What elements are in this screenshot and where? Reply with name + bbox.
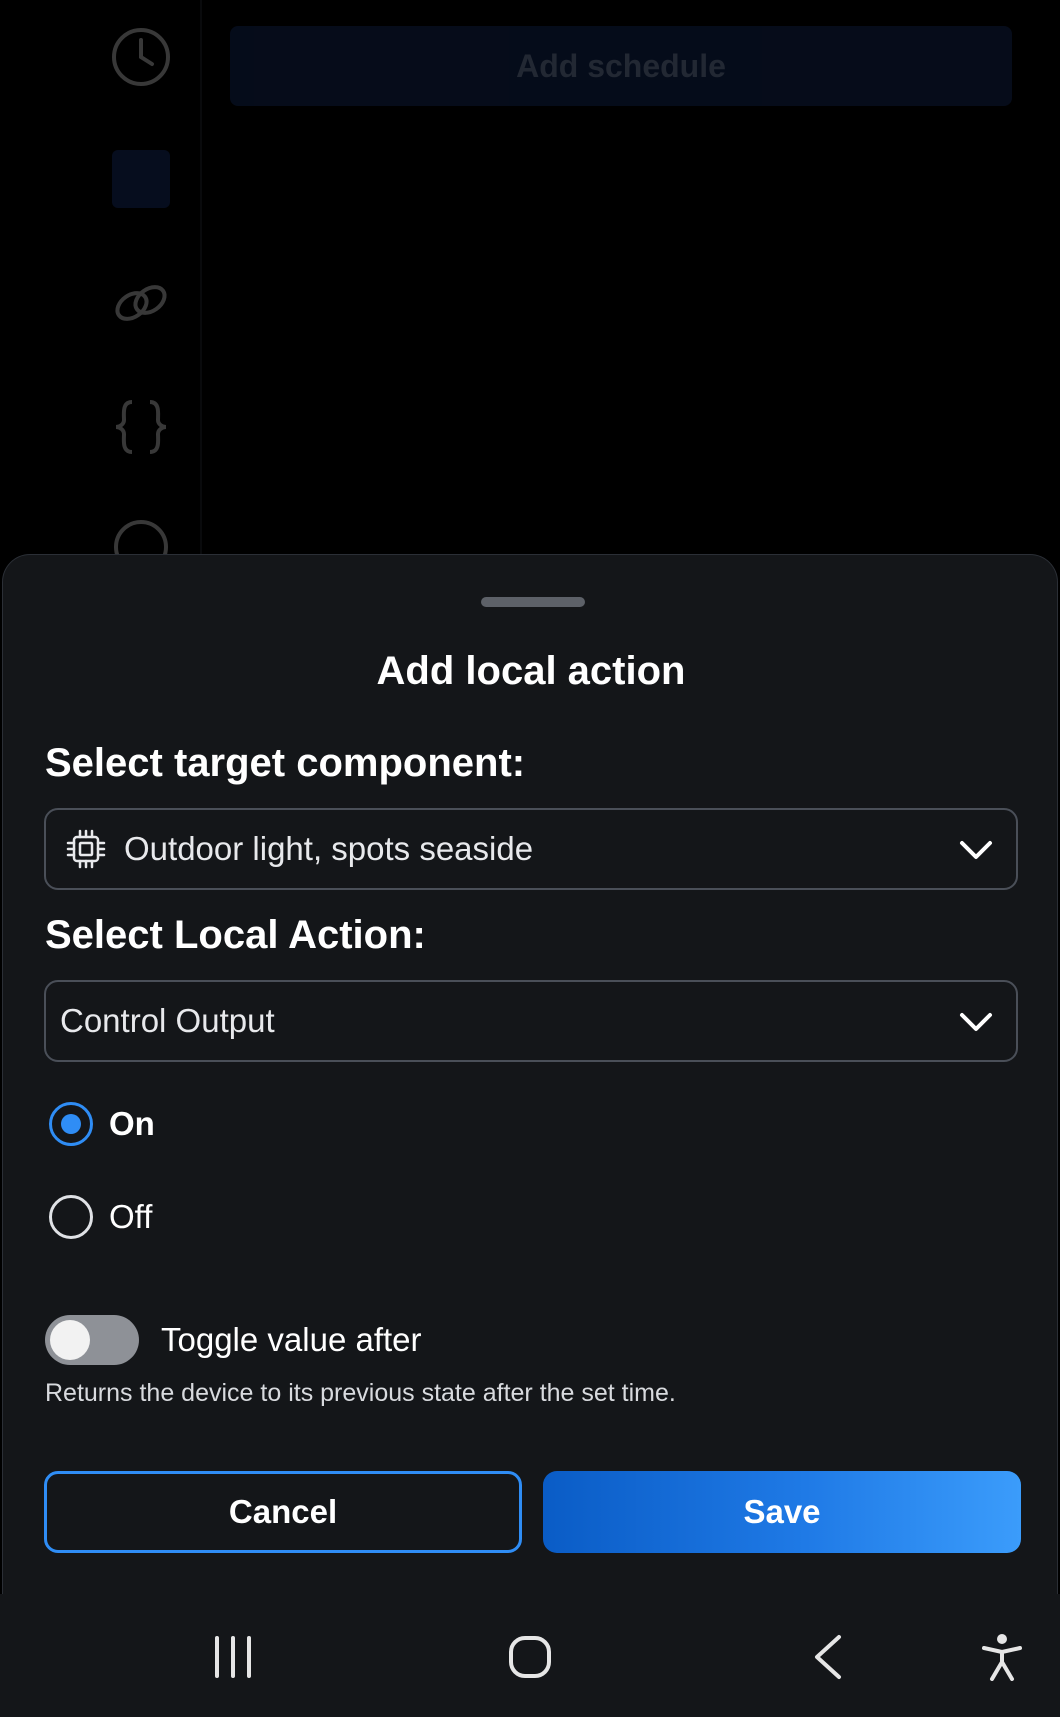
target-component-label: Select target component: <box>45 741 526 785</box>
toggle-value-row: Toggle value after <box>45 1315 422 1365</box>
chevron-down-icon <box>956 1002 996 1042</box>
toggle-value-after-switch[interactable] <box>45 1315 139 1365</box>
radio-on-label: On <box>109 1105 155 1142</box>
toggle-knob <box>50 1320 90 1360</box>
home-icon[interactable] <box>495 1622 565 1692</box>
toggle-helper-text: Returns the device to its previous state… <box>45 1379 676 1407</box>
toggle-value-label: Toggle value after <box>161 1321 422 1358</box>
accessibility-icon[interactable] <box>967 1622 1037 1692</box>
chevron-down-icon <box>956 830 996 870</box>
drag-handle[interactable] <box>481 597 585 607</box>
braces-icon <box>110 396 172 458</box>
local-action-select[interactable]: Control Output <box>44 980 1018 1062</box>
radio-off-unchecked[interactable] <box>49 1195 93 1239</box>
radio-off-label: Off <box>109 1198 153 1235</box>
background-app: Add schedule <box>0 0 1060 574</box>
square-icon <box>112 150 170 208</box>
clock-icon <box>110 26 172 88</box>
background-side-rail <box>80 0 202 574</box>
target-component-value: Outdoor light, spots seaside <box>124 830 534 867</box>
system-nav-bar <box>0 1594 1060 1717</box>
cancel-button[interactable]: Cancel <box>44 1471 522 1553</box>
target-component-select[interactable]: Outdoor light, spots seaside <box>44 808 1018 890</box>
add-schedule-button: Add schedule <box>230 26 1012 106</box>
save-button[interactable]: Save <box>543 1471 1021 1553</box>
chip-icon <box>64 827 108 871</box>
local-action-value: Control Output <box>60 1002 275 1039</box>
radio-option-on[interactable]: On <box>49 1101 155 1147</box>
link-icon <box>110 272 172 334</box>
add-local-action-sheet: Add local action Select target component… <box>2 554 1058 1594</box>
sheet-title: Add local action <box>376 649 686 693</box>
radio-option-off[interactable]: Off <box>49 1194 152 1240</box>
screen: Add schedule Add local action Select tar… <box>0 0 1060 1717</box>
radio-on-checked[interactable] <box>49 1102 93 1146</box>
local-action-label: Select Local Action: <box>45 913 426 957</box>
recent-apps-icon[interactable] <box>198 1622 268 1692</box>
back-icon[interactable] <box>792 1622 862 1692</box>
radio-dot <box>61 1114 81 1134</box>
